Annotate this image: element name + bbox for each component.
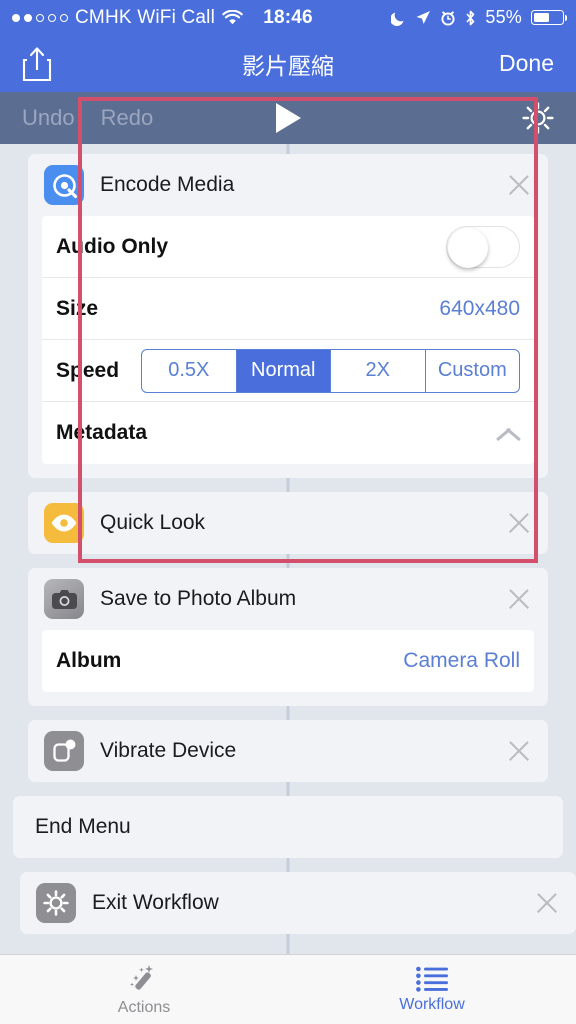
tab-label: Actions <box>117 998 171 1016</box>
param-label: Size <box>56 296 99 320</box>
action-title: Exit Workflow <box>92 891 219 914</box>
redo-button[interactable]: Redo <box>101 105 154 131</box>
speed-option-2x[interactable]: 2X <box>331 349 426 392</box>
size-value[interactable]: 640x480 <box>439 297 520 321</box>
status-bar-left: CMHK WiFi Call <box>12 7 243 29</box>
carrier-label: CMHK WiFi Call <box>75 6 216 28</box>
close-icon[interactable] <box>506 586 532 612</box>
quick-look-eye-icon <box>44 503 84 543</box>
action-title: Save to Photo Album <box>100 587 297 610</box>
action-card-vibrate-device[interactable]: Vibrate Device <box>28 720 548 782</box>
param-row-size[interactable]: Size 640x480 <box>42 278 534 340</box>
close-icon[interactable] <box>506 172 532 198</box>
close-icon[interactable] <box>506 738 532 764</box>
tab-bar: Actions Workflow <box>0 954 576 1024</box>
location-arrow-icon <box>416 10 431 24</box>
battery-percent-label: 55% <box>485 7 522 27</box>
param-row-metadata[interactable]: Metadata <box>42 402 534 464</box>
param-label: Speed <box>56 358 120 382</box>
close-icon[interactable] <box>506 510 532 536</box>
app-screen: CMHK WiFi Call 18:46 55% 影片壓縮 Done Undo … <box>0 0 576 1024</box>
audio-only-toggle[interactable] <box>446 225 520 268</box>
bluetooth-icon <box>466 10 475 25</box>
param-label: Album <box>56 649 122 672</box>
gear-icon <box>36 883 76 923</box>
param-row-speed[interactable]: Speed 0.5X Normal 2X Custom <box>42 340 534 402</box>
param-row-album[interactable]: Album Camera Roll <box>42 630 534 692</box>
chevron-up-icon[interactable] <box>496 421 520 445</box>
signal-strength-dots <box>12 13 68 22</box>
action-card-save-to-photo-album[interactable]: Save to Photo Album Album Camera Roll <box>28 568 548 706</box>
action-card-end-menu[interactable]: End Menu <box>13 796 563 858</box>
param-label: Audio Only <box>56 234 168 258</box>
tab-actions[interactable]: Actions <box>0 955 288 1024</box>
alarm-clock-icon <box>441 10 455 26</box>
end-menu-label: End Menu <box>35 815 131 838</box>
action-header: Encode Media <box>28 154 548 216</box>
action-card-exit-workflow[interactable]: Exit Workflow <box>20 872 576 934</box>
battery-icon <box>531 10 567 25</box>
camera-icon <box>44 579 84 619</box>
action-title: Encode Media <box>100 173 235 196</box>
speed-option-custom[interactable]: Custom <box>426 350 519 392</box>
page-title: 影片壓縮 <box>242 52 334 79</box>
workflow-action-list[interactable]: Encode Media Audio Only Size 640x480 Spe… <box>0 144 576 1006</box>
action-parameters: Audio Only Size 640x480 Speed 0.5X Norma… <box>42 216 534 464</box>
edit-toolbar: Undo Redo <box>0 92 576 144</box>
speed-segmented-control[interactable]: 0.5X Normal 2X Custom <box>141 348 520 393</box>
gear-icon[interactable] <box>522 102 554 134</box>
list-lines-icon <box>416 966 448 992</box>
tab-label: Workflow <box>399 995 465 1013</box>
action-header: Exit Workflow <box>20 872 576 934</box>
done-button[interactable]: Done <box>499 50 554 77</box>
share-icon[interactable] <box>22 46 52 82</box>
action-title: Vibrate Device <box>100 739 237 762</box>
close-icon[interactable] <box>534 890 560 916</box>
action-parameters: Album Camera Roll <box>42 630 534 692</box>
speed-option-half[interactable]: 0.5X <box>142 349 237 392</box>
undo-button[interactable]: Undo <box>22 105 75 131</box>
status-bar: CMHK WiFi Call 18:46 55% <box>0 0 576 35</box>
action-card-quick-look[interactable]: Quick Look <box>28 492 548 554</box>
action-header: Quick Look <box>28 492 548 554</box>
param-row-audio-only[interactable]: Audio Only <box>42 216 534 278</box>
action-title: Quick Look <box>100 511 206 534</box>
action-header: Save to Photo Album <box>28 568 548 630</box>
status-bar-right: 55% <box>391 7 567 28</box>
encode-media-icon <box>44 165 84 205</box>
action-card-encode-media[interactable]: Encode Media Audio Only Size 640x480 Spe… <box>28 154 548 478</box>
action-header: Vibrate Device <box>28 720 548 782</box>
tab-workflow[interactable]: Workflow <box>288 955 576 1024</box>
wifi-icon <box>222 9 243 24</box>
play-icon[interactable] <box>272 101 304 135</box>
album-value[interactable]: Camera Roll <box>403 649 520 673</box>
navigation-bar: 影片壓縮 Done <box>0 35 576 92</box>
speed-option-normal[interactable]: Normal <box>236 349 332 392</box>
do-not-disturb-moon-icon <box>391 12 404 26</box>
param-label: Metadata <box>56 421 148 444</box>
magic-wand-icon <box>130 964 153 990</box>
vibrate-device-icon <box>44 731 84 771</box>
